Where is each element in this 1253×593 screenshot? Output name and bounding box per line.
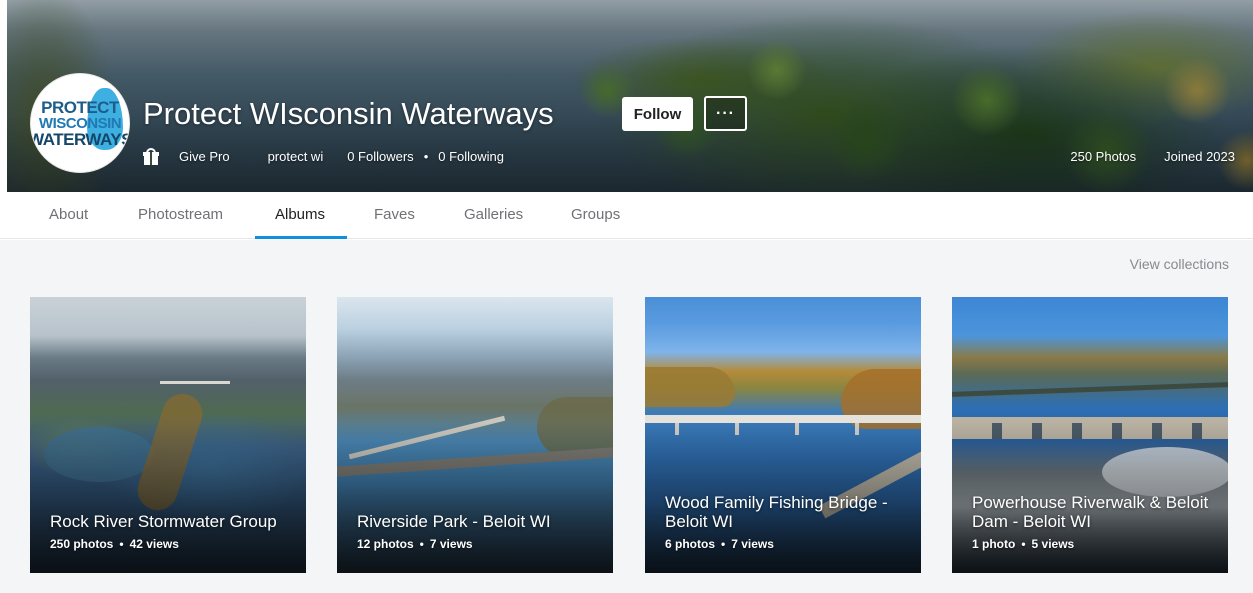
albums-content: View collections Rock River Stormwater G… [0,240,1253,593]
album-photo-count: 12 photos [357,537,414,551]
album-title: Wood Family Fishing Bridge - Beloit WI [665,493,888,531]
album-view-count: 42 views [129,537,179,551]
more-options-button[interactable]: ··· [704,96,747,131]
album-card[interactable]: Riverside Park - Beloit WI 12 photos • 7 v… [337,297,613,573]
followers-link[interactable]: 0 Followers [347,149,413,164]
album-card[interactable]: Rock River Stormwater Group 250 photos • 4… [30,297,306,573]
album-meta: 6 photos • 7 views [665,537,774,551]
follow-button[interactable]: Follow [622,97,693,131]
profile-meta: Give Pro protect wi 0 Followers • 0 Foll… [143,146,504,166]
album-title: Rock River Stormwater Group [50,512,277,531]
tab-about[interactable]: About [49,192,88,239]
album-meta: 1 photo • 5 views [972,537,1075,551]
view-collections-link[interactable]: View collections [1130,256,1229,272]
tab-albums[interactable]: Albums [275,192,325,239]
following-link[interactable]: 0 Following [438,149,504,164]
album-meta: 250 photos • 42 views [50,537,179,551]
album-photo-count: 1 photo [972,537,1016,551]
profile-handle: protect wi [267,148,324,164]
album-card[interactable]: Powerhouse Riverwalk & Beloit Dam - Belo… [952,297,1228,573]
avatar[interactable]: PROTECT WISCONSIN WATERWAYS [30,73,130,173]
gift-icon[interactable] [143,147,159,165]
album-title: Riverside Park - Beloit WI [357,512,551,531]
joined-date: Joined 2023 [1164,148,1235,164]
tab-groups[interactable]: Groups [571,192,620,239]
album-photo-count: 250 photos [50,537,114,551]
photo-count: 250 Photos [1070,148,1137,164]
profile-cover: PROTECT WISCONSIN WATERWAYS Protect WIsc… [7,0,1253,192]
profile-stats: 250 Photos Joined 2023 [1070,146,1235,166]
tab-faves[interactable]: Faves [374,192,415,239]
album-view-count: 5 views [1031,537,1075,551]
avatar-text-line: PROTECT [41,97,119,117]
tab-galleries[interactable]: Galleries [464,192,523,239]
avatar-text-line: WISCONSIN [38,114,122,132]
album-meta: 12 photos • 7 views [357,537,473,551]
active-tab-indicator [255,236,347,239]
album-card[interactable]: Wood Family Fishing Bridge - Beloit WI 6… [645,297,921,573]
tab-photostream[interactable]: Photostream [138,192,223,239]
profile-tabs: About Photostream Albums Faves Galleries… [0,192,1253,239]
album-title: Powerhouse Riverwalk & Beloit Dam - Belo… [972,493,1209,531]
give-pro-link[interactable]: Give Pro [179,149,230,164]
meta-separator: • [423,148,429,164]
album-view-count: 7 views [429,537,473,551]
album-photo-count: 6 photos [665,537,715,551]
album-view-count: 7 views [731,537,774,551]
profile-name: Protect WIsconsin Waterways [143,96,554,131]
avatar-text-line: WATERWAYS [30,129,130,149]
